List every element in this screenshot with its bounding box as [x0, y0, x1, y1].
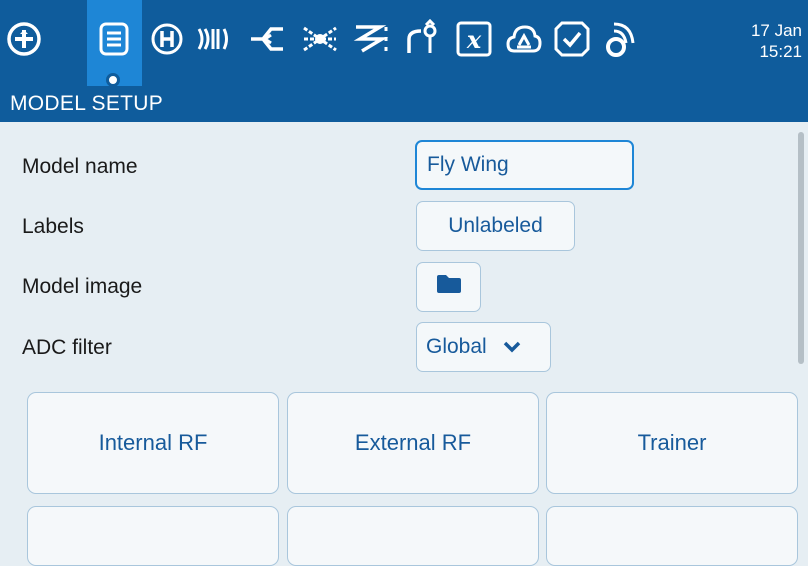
date-time-display: 17 Jan 15:21	[742, 20, 802, 62]
grid-button-row2-2[interactable]	[287, 506, 539, 566]
model-image-button[interactable]	[416, 262, 481, 312]
external-rf-label: External RF	[354, 430, 472, 455]
chevron-down-icon	[503, 341, 521, 353]
svg-text:x: x	[466, 25, 482, 54]
model-image-label: Model image	[22, 275, 143, 298]
grid-button-row2-1[interactable]	[27, 506, 279, 566]
scrollbar[interactable]	[798, 132, 804, 364]
external-rf-button[interactable]: External RF	[287, 392, 539, 494]
top-toolbar: x 17 Jan 15:21	[0, 0, 808, 87]
checklist-icon[interactable]	[598, 17, 642, 61]
trainer-button[interactable]: Trainer	[546, 392, 798, 494]
labels-value: Unlabeled	[448, 214, 543, 237]
active-tab-indicator	[106, 73, 120, 87]
page-title-bar: MODEL SETUP	[0, 86, 808, 122]
logical-switches-icon[interactable]	[502, 17, 546, 61]
curves-icon[interactable]	[401, 17, 445, 61]
labels-button[interactable]: Unlabeled	[416, 201, 575, 251]
page-title: MODEL SETUP	[10, 92, 164, 115]
grid-button-row2-3[interactable]	[546, 506, 798, 566]
adc-filter-label: ADC filter	[22, 336, 112, 359]
date-text: 17 Jan	[750, 21, 802, 40]
adc-filter-select[interactable]: Global	[416, 322, 551, 372]
internal-rf-label: Internal RF	[98, 430, 208, 455]
heli-icon[interactable]	[145, 17, 189, 61]
radio-menu-icon[interactable]	[2, 17, 46, 61]
model-name-value: Fly Wing	[427, 153, 509, 176]
flight-modes-icon[interactable]	[192, 17, 236, 61]
labels-label: Labels	[22, 215, 84, 238]
special-functions-icon[interactable]	[550, 17, 594, 61]
adc-filter-value: Global	[426, 335, 487, 358]
model-name-input[interactable]: Fly Wing	[415, 140, 634, 190]
time-text: 15:21	[759, 42, 802, 61]
trainer-label: Trainer	[637, 430, 707, 455]
outputs-icon[interactable]	[350, 17, 394, 61]
global-variables-icon[interactable]: x	[452, 17, 496, 61]
model-name-label: Model name	[22, 155, 138, 178]
model-setup-icon[interactable]	[92, 17, 136, 61]
mixes-icon[interactable]	[298, 17, 342, 61]
internal-rf-button[interactable]: Internal RF	[27, 392, 279, 494]
folder-icon	[436, 274, 462, 300]
inputs-icon[interactable]	[245, 17, 289, 61]
